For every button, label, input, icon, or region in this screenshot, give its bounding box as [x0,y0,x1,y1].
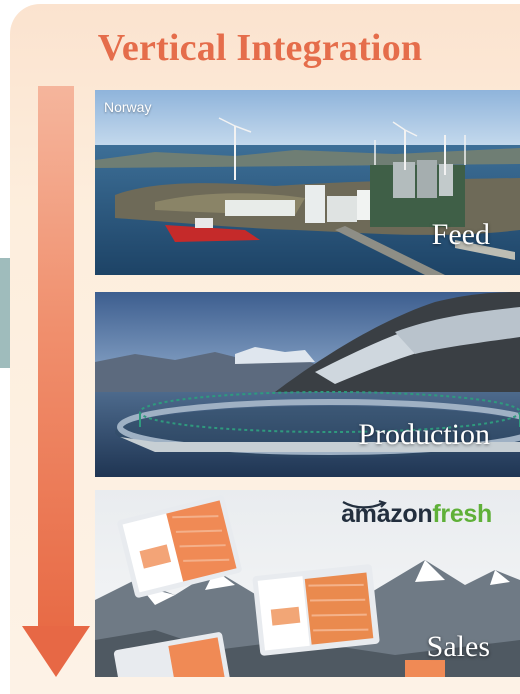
amazon-smile-icon [342,500,387,509]
stage-label-sales: Sales [426,630,490,663]
page-title: Vertical Integration [97,27,423,69]
stage-label-feed: Feed [431,218,490,251]
feed-photo: Norway Feed [95,90,520,275]
production-photo: Production [95,292,520,477]
stage-label-production: Production [358,418,490,451]
down-arrow-icon [22,626,90,677]
amazon-fresh-logo: amazonfresh [341,500,492,529]
down-arrow-shaft [38,86,74,626]
sales-photo: amazonfresh Sales [95,490,520,677]
brand-name-fresh: fresh [432,500,492,528]
region-label: Norway [104,99,152,115]
